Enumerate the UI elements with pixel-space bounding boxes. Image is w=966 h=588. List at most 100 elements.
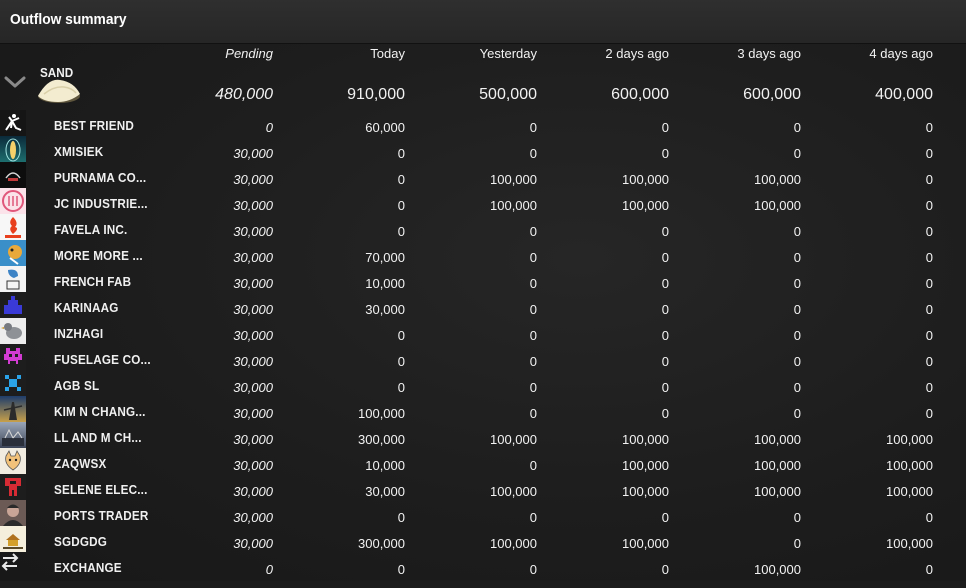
cell-2-days-ago: 0: [661, 406, 669, 421]
table-row[interactable]: XMISIEK 30,000 0 0 0 0 0: [0, 136, 966, 172]
cell-4-days-ago: 0: [925, 302, 933, 317]
cell-pending: 30,000: [233, 354, 273, 369]
company-name: AGB SL: [54, 378, 100, 393]
cell-pending: 30,000: [233, 510, 273, 525]
table-row[interactable]: KIM N CHANG... 30,000 100,000 0 0 0 0: [0, 396, 966, 432]
cell-today: 10,000: [365, 276, 405, 291]
cell-2-days-ago: 100,000: [622, 172, 669, 187]
cell-3-days-ago: 0: [793, 406, 801, 421]
cell-4-days-ago: 100,000: [886, 458, 933, 473]
exchange-arrows-icon: [0, 552, 26, 578]
cell-2-days-ago: 0: [661, 562, 669, 577]
company-logo-icon: [0, 240, 26, 266]
cell-4-days-ago: 0: [925, 250, 933, 265]
cell-3-days-ago: 100,000: [754, 432, 801, 447]
cell-2-days-ago: 0: [661, 276, 669, 291]
table-row[interactable]: INZHAGI 30,000 0 0 0 0 0: [0, 318, 966, 354]
cell-4-days-ago: 0: [925, 328, 933, 343]
company-logo-icon: [0, 266, 26, 292]
table-row[interactable]: LL AND M CH... 30,000 300,000 100,000 10…: [0, 422, 966, 458]
cell-today: 0: [397, 354, 405, 369]
cell-3-days-ago: 0: [793, 120, 801, 135]
company-logo-icon: [0, 422, 26, 448]
table-row[interactable]: KARINAAG 30,000 30,000 0 0 0 0: [0, 292, 966, 328]
cell-pending: 30,000: [233, 458, 273, 473]
table-row[interactable]: AGB SL 30,000 0 0 0 0 0: [0, 370, 966, 406]
cell-3-days-ago: 0: [793, 276, 801, 291]
table-row[interactable]: SELENE ELEC... 30,000 30,000 100,000 100…: [0, 474, 966, 510]
cell-today: 0: [397, 380, 405, 395]
cell-2-days-ago: 0: [661, 354, 669, 369]
table-row[interactable]: JC INDUSTRIE... 30,000 0 100,000 100,000…: [0, 188, 966, 224]
cell-4-days-ago: 0: [925, 172, 933, 187]
cell-yesterday: 0: [529, 562, 537, 577]
cell-3-days-ago: 0: [793, 536, 801, 551]
company-name: FUSELAGE CO...: [54, 352, 151, 367]
table-row[interactable]: EXCHANGE 0 0 0 0 100,000 0: [0, 553, 966, 588]
group-row-sand[interactable]: SAND 480,000 910,000 500,000 600,000 600…: [0, 62, 966, 112]
cell-2-days-ago: 0: [661, 224, 669, 239]
cell-3-days-ago: 100,000: [754, 458, 801, 473]
cell-2-days-ago: 0: [661, 328, 669, 343]
cell-pending: 30,000: [233, 328, 273, 343]
company-logo-icon: [0, 474, 26, 500]
company-name: KIM N CHANG...: [54, 404, 146, 419]
company-logo-icon: [0, 188, 26, 214]
cell-3-days-ago: 100,000: [754, 562, 801, 577]
group-total-yesterday: 500,000: [479, 86, 537, 103]
cell-pending: 30,000: [233, 432, 273, 447]
cell-yesterday: 100,000: [490, 432, 537, 447]
cell-3-days-ago: 100,000: [754, 172, 801, 187]
cell-pending: 30,000: [233, 172, 273, 187]
company-name: PURNAMA CO...: [54, 170, 147, 185]
company-name: PORTS TRADER: [54, 508, 149, 523]
cell-pending: 30,000: [233, 250, 273, 265]
company-name: SELENE ELEC...: [54, 482, 148, 497]
cell-2-days-ago: 100,000: [622, 536, 669, 551]
cell-3-days-ago: 0: [793, 328, 801, 343]
company-name: MORE MORE ...: [54, 248, 143, 263]
table-row[interactable]: SGDGDG 30,000 300,000 100,000 100,000 0 …: [0, 526, 966, 562]
table-row[interactable]: BEST FRIEND 0 60,000 0 0 0 0: [0, 110, 966, 146]
cell-today: 0: [397, 510, 405, 525]
company-name: XMISIEK: [54, 144, 104, 159]
table-row[interactable]: FAVELA INC. 30,000 0 0 0 0 0: [0, 214, 966, 250]
chevron-down-icon[interactable]: [4, 74, 26, 90]
company-name: EXCHANGE: [54, 560, 122, 575]
cell-pending: 0: [265, 562, 273, 577]
cell-pending: 30,000: [233, 302, 273, 317]
cell-yesterday: 0: [529, 458, 537, 473]
cell-today: 300,000: [358, 432, 405, 447]
company-name: JC INDUSTRIE...: [54, 196, 148, 211]
group-total-4-days-ago: 400,000: [875, 86, 933, 103]
company-logo-icon: [0, 526, 26, 552]
group-total-today: 910,000: [347, 86, 405, 103]
table-row[interactable]: PURNAMA CO... 30,000 0 100,000 100,000 1…: [0, 162, 966, 198]
company-logo-icon: [0, 110, 26, 136]
table-row[interactable]: ZAQWSX 30,000 10,000 0 100,000 100,000 1…: [0, 448, 966, 484]
cell-4-days-ago: 0: [925, 354, 933, 369]
cell-2-days-ago: 0: [661, 120, 669, 135]
cell-today: 0: [397, 328, 405, 343]
company-name: BEST FRIEND: [54, 118, 134, 133]
cell-today: 70,000: [365, 250, 405, 265]
column-header-yesterday: Yesterday: [479, 46, 537, 61]
cell-4-days-ago: 0: [925, 198, 933, 213]
table-row[interactable]: FRENCH FAB 30,000 10,000 0 0 0 0: [0, 266, 966, 302]
cell-2-days-ago: 100,000: [622, 198, 669, 213]
cell-4-days-ago: 0: [925, 146, 933, 161]
cell-3-days-ago: 0: [793, 354, 801, 369]
table-row[interactable]: MORE MORE ... 30,000 70,000 0 0 0 0: [0, 240, 966, 276]
cell-2-days-ago: 0: [661, 146, 669, 161]
table-row[interactable]: PORTS TRADER 30,000 0 0 0 0 0: [0, 500, 966, 536]
cell-today: 10,000: [365, 458, 405, 473]
company-logo-icon: [0, 292, 26, 318]
cell-yesterday: 0: [529, 328, 537, 343]
table-row[interactable]: FUSELAGE CO... 30,000 0 0 0 0 0: [0, 344, 966, 380]
cell-yesterday: 0: [529, 510, 537, 525]
company-logo-icon: [0, 136, 26, 162]
cell-3-days-ago: 100,000: [754, 198, 801, 213]
cell-2-days-ago: 0: [661, 302, 669, 317]
company-logo-icon: [0, 370, 26, 396]
cell-today: 100,000: [358, 406, 405, 421]
